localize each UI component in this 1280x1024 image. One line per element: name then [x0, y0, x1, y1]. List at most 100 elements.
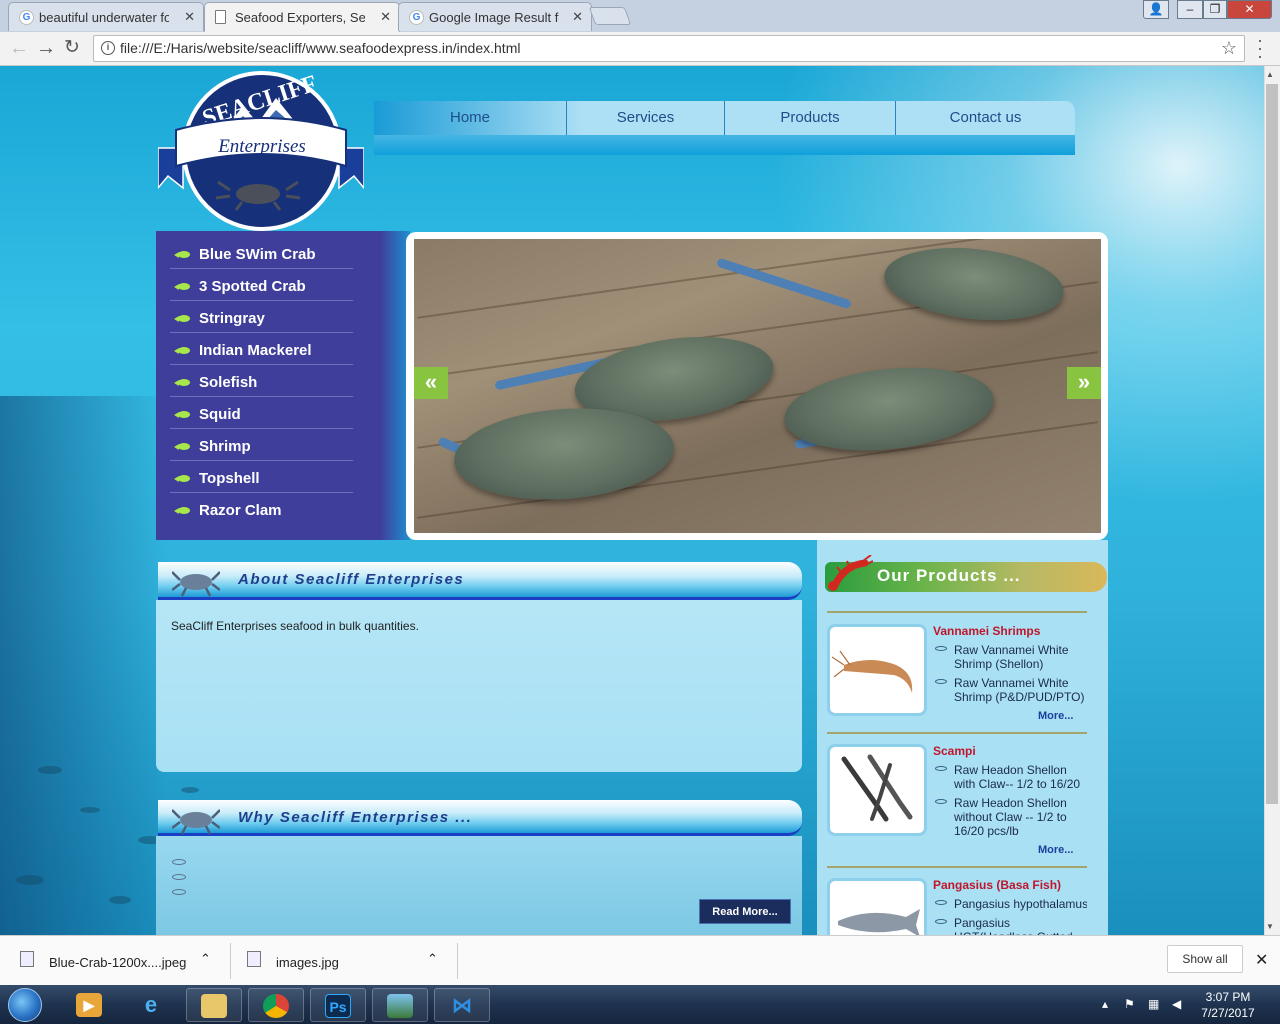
sidebar-item-label: Indian Mackerel [199, 342, 312, 359]
sidebar-item-razor-clam[interactable]: Razor Clam [170, 493, 353, 525]
slider-prev-button[interactable]: « [414, 367, 448, 399]
info-icon[interactable]: i [101, 41, 115, 55]
page-icon [215, 10, 226, 24]
tab-seafood-exporters[interactable]: Seafood Exporters, Seafo ✕ [204, 2, 400, 32]
scampi-picture [841, 754, 913, 822]
maximize-button[interactable]: ❐ [1203, 0, 1227, 19]
svg-text:Enterprises: Enterprises [217, 136, 306, 157]
new-tab-button[interactable] [588, 7, 632, 25]
divider [827, 866, 1087, 868]
file-explorer-icon[interactable] [186, 988, 242, 1022]
basa-fish-image[interactable] [827, 878, 927, 935]
nav-products[interactable]: Products [725, 101, 896, 135]
more-link[interactable]: More... [1038, 710, 1073, 722]
close-icon[interactable]: ✕ [380, 9, 391, 25]
sidebar-item-label: Solefish [199, 374, 258, 391]
media-player-icon[interactable]: ▶ [62, 988, 118, 1022]
tab-google-image-result[interactable]: G Google Image Result for ✕ [398, 2, 592, 31]
product-line: Pangasius hypothalamus [933, 897, 1087, 911]
scroll-down-icon[interactable]: ▼ [1266, 922, 1274, 931]
sidebar-item-topshell[interactable]: Topshell [170, 461, 353, 493]
sidebar-item-stringray[interactable]: Stringray [170, 301, 353, 333]
image-viewer-icon[interactable] [372, 988, 428, 1022]
close-icon[interactable]: ✕ [572, 9, 583, 25]
scampi-image[interactable] [827, 744, 927, 836]
close-icon[interactable]: ✕ [184, 9, 195, 25]
download-item-blue-crab[interactable]: Blue-Crab-1200x....jpeg [49, 955, 186, 970]
sidebar-item-3-spotted-crab[interactable]: 3 Spotted Crab [170, 269, 353, 301]
google-icon: G [19, 10, 34, 25]
menu-icon[interactable]: · · · [1253, 31, 1267, 65]
minimize-button[interactable]: ‒ [1177, 0, 1203, 19]
profile-icon[interactable]: 👤 [1143, 0, 1169, 19]
address-bar[interactable]: i file:///E:/Haris/website/seacliff/www.… [93, 35, 1245, 62]
scrollbar-thumb[interactable] [1266, 84, 1278, 804]
shrimp-image[interactable] [827, 624, 927, 716]
product-line: Raw Headon Shellon with Claw-- 1/2 to 16… [933, 763, 1091, 791]
forward-arrow-icon[interactable]: → [36, 37, 56, 59]
tab-strip: G beautiful underwater for ✕ Seafood Exp… [0, 0, 1280, 32]
fish-icon [174, 315, 190, 322]
bookmark-star-icon[interactable]: ☆ [1221, 38, 1237, 59]
chevron-up-icon[interactable]: ⌃ [200, 951, 211, 967]
tab-underwater[interactable]: G beautiful underwater for ✕ [8, 2, 204, 31]
visual-studio-icon[interactable]: ⋈ [434, 988, 490, 1022]
fish-icon [174, 443, 190, 450]
downloads-bar [0, 935, 1280, 985]
clock[interactable]: 3:07 PM 7/27/2017 [1198, 989, 1258, 1021]
scroll-up-icon[interactable]: ▲ [1266, 70, 1274, 79]
product-vannamei-shrimps: Vannamei Shrimps Raw Vannamei White Shri… [827, 624, 1087, 744]
photoshop-icon[interactable]: Ps [310, 988, 366, 1022]
close-window-button[interactable]: ✕ [1227, 0, 1272, 19]
download-item-images[interactable]: images.jpg [276, 955, 339, 970]
product-title[interactable]: Vannamei Shrimps [933, 624, 1040, 638]
reload-icon[interactable]: ↻ [64, 37, 80, 59]
product-line: Raw Vannamei White Shrimp (Shellon) [933, 643, 1091, 671]
fish-icon [935, 900, 947, 905]
back-arrow-icon[interactable]: ← [9, 37, 29, 59]
main-nav: Home Services Products Contact us [374, 101, 1075, 155]
fish-icon [174, 379, 190, 386]
tray-expand-icon[interactable]: ▴ [1102, 997, 1108, 1011]
chevron-up-icon[interactable]: ⌃ [427, 951, 438, 967]
more-link[interactable]: More... [1038, 844, 1073, 856]
sidebar-item-blue-swim-crab[interactable]: Blue SWim Crab [170, 237, 353, 269]
nav-contact-us[interactable]: Contact us [896, 101, 1075, 135]
sidebar-item-solefish[interactable]: Solefish [170, 365, 353, 397]
products-heading: Our Products ... [877, 566, 1021, 585]
sidebar-item-label: Blue SWim Crab [199, 246, 316, 263]
browser-toolbar: ← → ↻ i file:///E:/Haris/website/seaclif… [0, 32, 1280, 66]
slider-next-button[interactable]: » [1067, 367, 1101, 399]
fish-icon [935, 766, 947, 771]
product-line: Raw Headon Shellon without Claw -- 1/2 t… [933, 796, 1091, 838]
internet-explorer-icon[interactable]: e [124, 988, 180, 1022]
network-icon[interactable]: ▦ [1148, 997, 1159, 1011]
shrimp-picture [831, 650, 913, 693]
crab-icon [172, 571, 220, 597]
product-title[interactable]: Scampi [933, 744, 976, 758]
tab-title: Seafood Exporters, Seafo [235, 10, 365, 25]
tab-title: beautiful underwater for [39, 10, 169, 25]
show-all-button[interactable]: Show all [1167, 945, 1243, 973]
product-line-text: Pangasius HGT(Headless Gutted, Tail off) [954, 916, 1076, 935]
fish-icon [935, 919, 947, 924]
sidebar-item-squid[interactable]: Squid [170, 397, 353, 429]
read-more-button[interactable]: Read More... [699, 899, 791, 924]
seacliff-logo[interactable]: SEACLIFF Enterprises [158, 68, 364, 234]
sidebar-item-indian-mackerel[interactable]: Indian Mackerel [170, 333, 353, 365]
chrome-icon[interactable] [248, 988, 304, 1022]
sidebar-item-shrimp[interactable]: Shrimp [170, 429, 353, 461]
volume-icon[interactable]: ◀ [1172, 997, 1181, 1011]
action-center-icon[interactable]: ⚑ [1124, 997, 1135, 1011]
about-heading: About Seacliff Enterprises [238, 571, 465, 588]
nav-home[interactable]: Home [374, 101, 567, 135]
nav-services[interactable]: Services [567, 101, 725, 135]
start-button[interactable] [8, 988, 42, 1022]
product-line-text: Raw Vannamei White Shrimp (P&D/PUD/PTO) [954, 676, 1085, 704]
fish-icon [174, 251, 190, 258]
fish-icon [174, 347, 190, 354]
close-icon[interactable]: ✕ [1255, 950, 1268, 970]
sidebar-item-label: Topshell [199, 470, 260, 487]
product-title[interactable]: Pangasius (Basa Fish) [933, 878, 1061, 892]
product-scampi: Scampi Raw Headon Shellon with Claw-- 1/… [827, 744, 1087, 874]
